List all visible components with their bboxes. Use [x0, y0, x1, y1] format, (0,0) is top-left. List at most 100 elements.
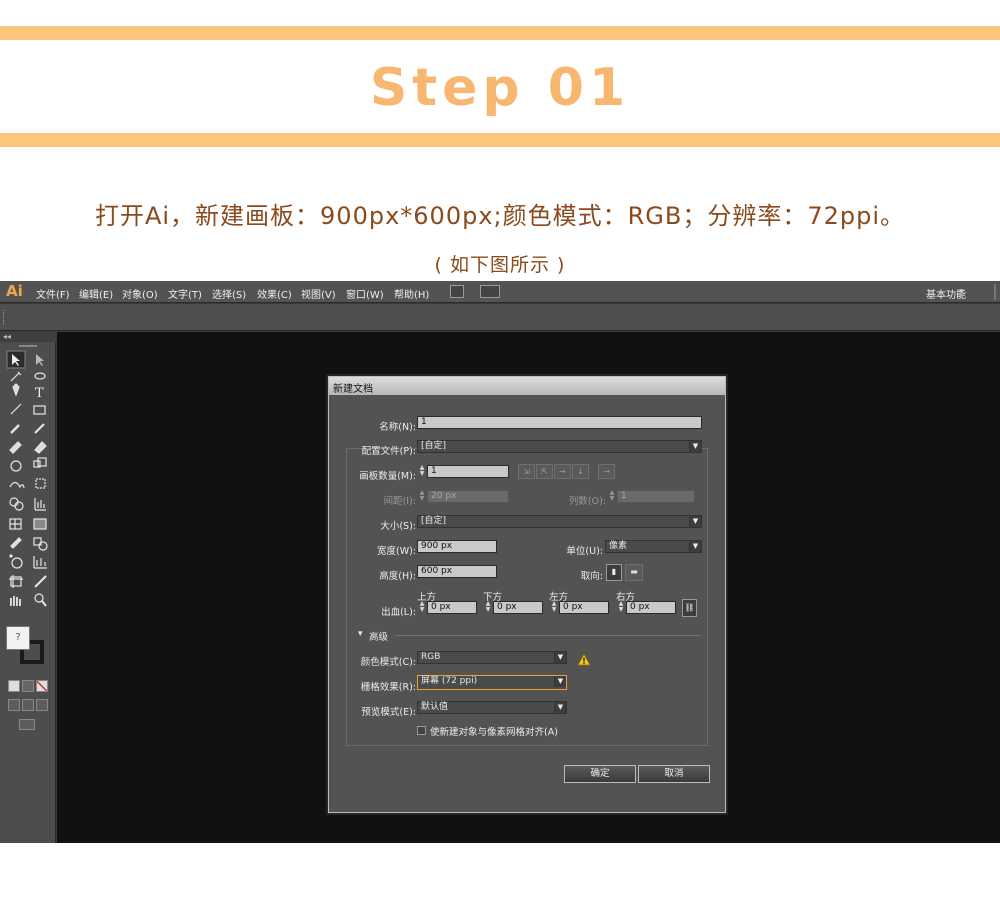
- rectangle-tool-icon[interactable]: [31, 408, 49, 425]
- ok-button[interactable]: 确定: [564, 765, 636, 783]
- lasso-icon[interactable]: [31, 370, 49, 387]
- bottom-decor-band: [0, 133, 1000, 147]
- draw-normal-button[interactable]: [8, 699, 20, 711]
- eyedropper-icon[interactable]: [7, 541, 25, 558]
- bleed-top-stepper[interactable]: ▲ ▼: [418, 601, 426, 614]
- profile-dropdown[interactable]: [自定] ▼: [417, 440, 702, 453]
- draw-behind-button[interactable]: [22, 699, 34, 711]
- symbol-sprayer-icon[interactable]: [7, 560, 25, 577]
- slice-icon[interactable]: [31, 579, 49, 596]
- gradient-mode-button[interactable]: [22, 680, 34, 692]
- bleed-right-stepper[interactable]: ▲ ▼: [617, 601, 625, 614]
- profile-value: [自定]: [421, 441, 447, 451]
- graph-icon[interactable]: [31, 503, 49, 520]
- menu-view[interactable]: 视图(V): [301, 286, 336, 301]
- screen-mode-button[interactable]: [19, 719, 35, 730]
- advanced-label[interactable]: 高级: [369, 629, 388, 643]
- shape-builder-icon[interactable]: [7, 503, 25, 520]
- cancel-button[interactable]: 取消: [638, 765, 710, 783]
- raster-effects-value: 屏幕 (72 ppi): [421, 676, 478, 686]
- orientation-label: 取向:: [580, 571, 603, 582]
- menu-window[interactable]: 窗口(W): [346, 286, 384, 301]
- raster-effects-dropdown[interactable]: 屏幕 (72 ppi) ▼: [417, 675, 567, 690]
- direct-selection-tool-icon[interactable]: [31, 351, 49, 368]
- name-field[interactable]: 1: [417, 416, 702, 429]
- bleed-bottom-field[interactable]: 0 px: [493, 601, 543, 614]
- columns-stepper[interactable]: ▲ ▼: [608, 490, 616, 503]
- bleed-left-field[interactable]: 0 px: [559, 601, 609, 614]
- size-dropdown[interactable]: [自定] ▼: [417, 515, 702, 528]
- chevron-down-icon: ▾: [959, 287, 964, 297]
- hand-icon[interactable]: [7, 598, 25, 615]
- artboards-label: 画板数量(M):: [359, 471, 416, 482]
- arrange-documents-icon[interactable]: [480, 285, 500, 298]
- layout-direction-icon[interactable]: →: [598, 464, 615, 479]
- width-field[interactable]: 900 px: [417, 540, 497, 553]
- eraser-icon[interactable]: [31, 446, 49, 463]
- grid-by-row-icon[interactable]: ⇲: [518, 464, 535, 479]
- align-pixel-grid-checkbox[interactable]: [417, 726, 426, 735]
- color-mode-label: 颜色模式(C):: [360, 657, 416, 668]
- mesh-icon[interactable]: [7, 522, 25, 539]
- spacing-stepper[interactable]: ▲ ▼: [418, 490, 426, 503]
- menu-edit[interactable]: 编辑(E): [79, 286, 113, 301]
- none-mode-button[interactable]: [36, 680, 48, 692]
- spacing-label: 间距(I):: [383, 496, 416, 507]
- bleed-left-stepper[interactable]: ▲ ▼: [550, 601, 558, 614]
- fill-swatch[interactable]: ?: [6, 626, 30, 650]
- zoom-icon[interactable]: [31, 598, 49, 615]
- scale-icon[interactable]: [31, 465, 49, 482]
- bleed-right-field[interactable]: 0 px: [626, 601, 676, 614]
- bleed-bottom-stepper[interactable]: ▲ ▼: [484, 601, 492, 614]
- menu-type[interactable]: 文字(T): [168, 286, 202, 301]
- portrait-icon[interactable]: ▮: [606, 564, 622, 581]
- collapse-panels-icon[interactable]: ◂◂: [0, 332, 56, 342]
- pencil-icon[interactable]: [31, 427, 49, 444]
- draw-inside-button[interactable]: [36, 699, 48, 711]
- pen-tool-icon[interactable]: [7, 389, 25, 406]
- menu-effect[interactable]: 效果(C): [257, 286, 292, 301]
- columns-field[interactable]: 1: [617, 490, 695, 503]
- type-tool-icon[interactable]: [31, 389, 49, 406]
- color-mode-dropdown[interactable]: RGB ▼: [417, 651, 567, 664]
- selection-tool-icon[interactable]: [7, 351, 25, 368]
- grip-handle[interactable]: [3, 310, 6, 325]
- step-title: Step 01: [369, 58, 631, 118]
- magic-wand-icon[interactable]: [7, 370, 25, 387]
- menu-help[interactable]: 帮助(H): [394, 286, 429, 301]
- bleed-top-field[interactable]: 0 px: [427, 601, 477, 614]
- menu-file[interactable]: 文件(F): [36, 286, 70, 301]
- line-tool-icon[interactable]: [7, 408, 25, 425]
- chevron-down-icon: ▼: [554, 652, 566, 663]
- artboards-stepper[interactable]: ▲ ▼: [418, 465, 426, 478]
- menu-object[interactable]: 对象(O): [122, 286, 158, 301]
- dialog-title: 新建文档: [333, 384, 373, 395]
- paintbrush-icon[interactable]: [7, 427, 25, 444]
- spacing-field[interactable]: 20 px: [427, 490, 509, 503]
- preview-mode-dropdown[interactable]: 默认值 ▼: [417, 701, 567, 714]
- rotate-icon[interactable]: [7, 465, 25, 482]
- advanced-arrow-icon[interactable]: ▾: [358, 629, 363, 639]
- arrange-by-column-icon[interactable]: ↓: [572, 464, 589, 479]
- columns-label: 列数(O):: [568, 496, 606, 507]
- height-field[interactable]: 600 px: [417, 565, 497, 578]
- chevron-down-icon: ▼: [689, 516, 701, 527]
- arrange-by-row-icon[interactable]: →: [554, 464, 571, 479]
- landscape-icon[interactable]: ▬: [625, 564, 643, 581]
- blend-icon[interactable]: [31, 541, 49, 558]
- link-bleed-icon[interactable]: ⛓: [682, 599, 697, 617]
- free-transform-icon[interactable]: [31, 484, 49, 501]
- artboard-icon[interactable]: [7, 579, 25, 596]
- gradient-icon[interactable]: [31, 522, 49, 539]
- chevron-down-icon: ▼: [554, 676, 566, 687]
- dialog-titlebar: 新建文档: [329, 377, 725, 395]
- artboards-field[interactable]: 1: [427, 465, 509, 478]
- column-graph-icon[interactable]: [31, 560, 49, 577]
- color-mode-button[interactable]: [8, 680, 20, 692]
- blob-brush-icon[interactable]: [7, 446, 25, 463]
- menu-select[interactable]: 选择(S): [212, 286, 246, 301]
- units-dropdown[interactable]: 像素 ▼: [605, 540, 702, 553]
- grid-by-column-icon[interactable]: ⇱: [536, 464, 553, 479]
- warp-icon[interactable]: [7, 484, 25, 501]
- bridge-icon[interactable]: [450, 285, 464, 298]
